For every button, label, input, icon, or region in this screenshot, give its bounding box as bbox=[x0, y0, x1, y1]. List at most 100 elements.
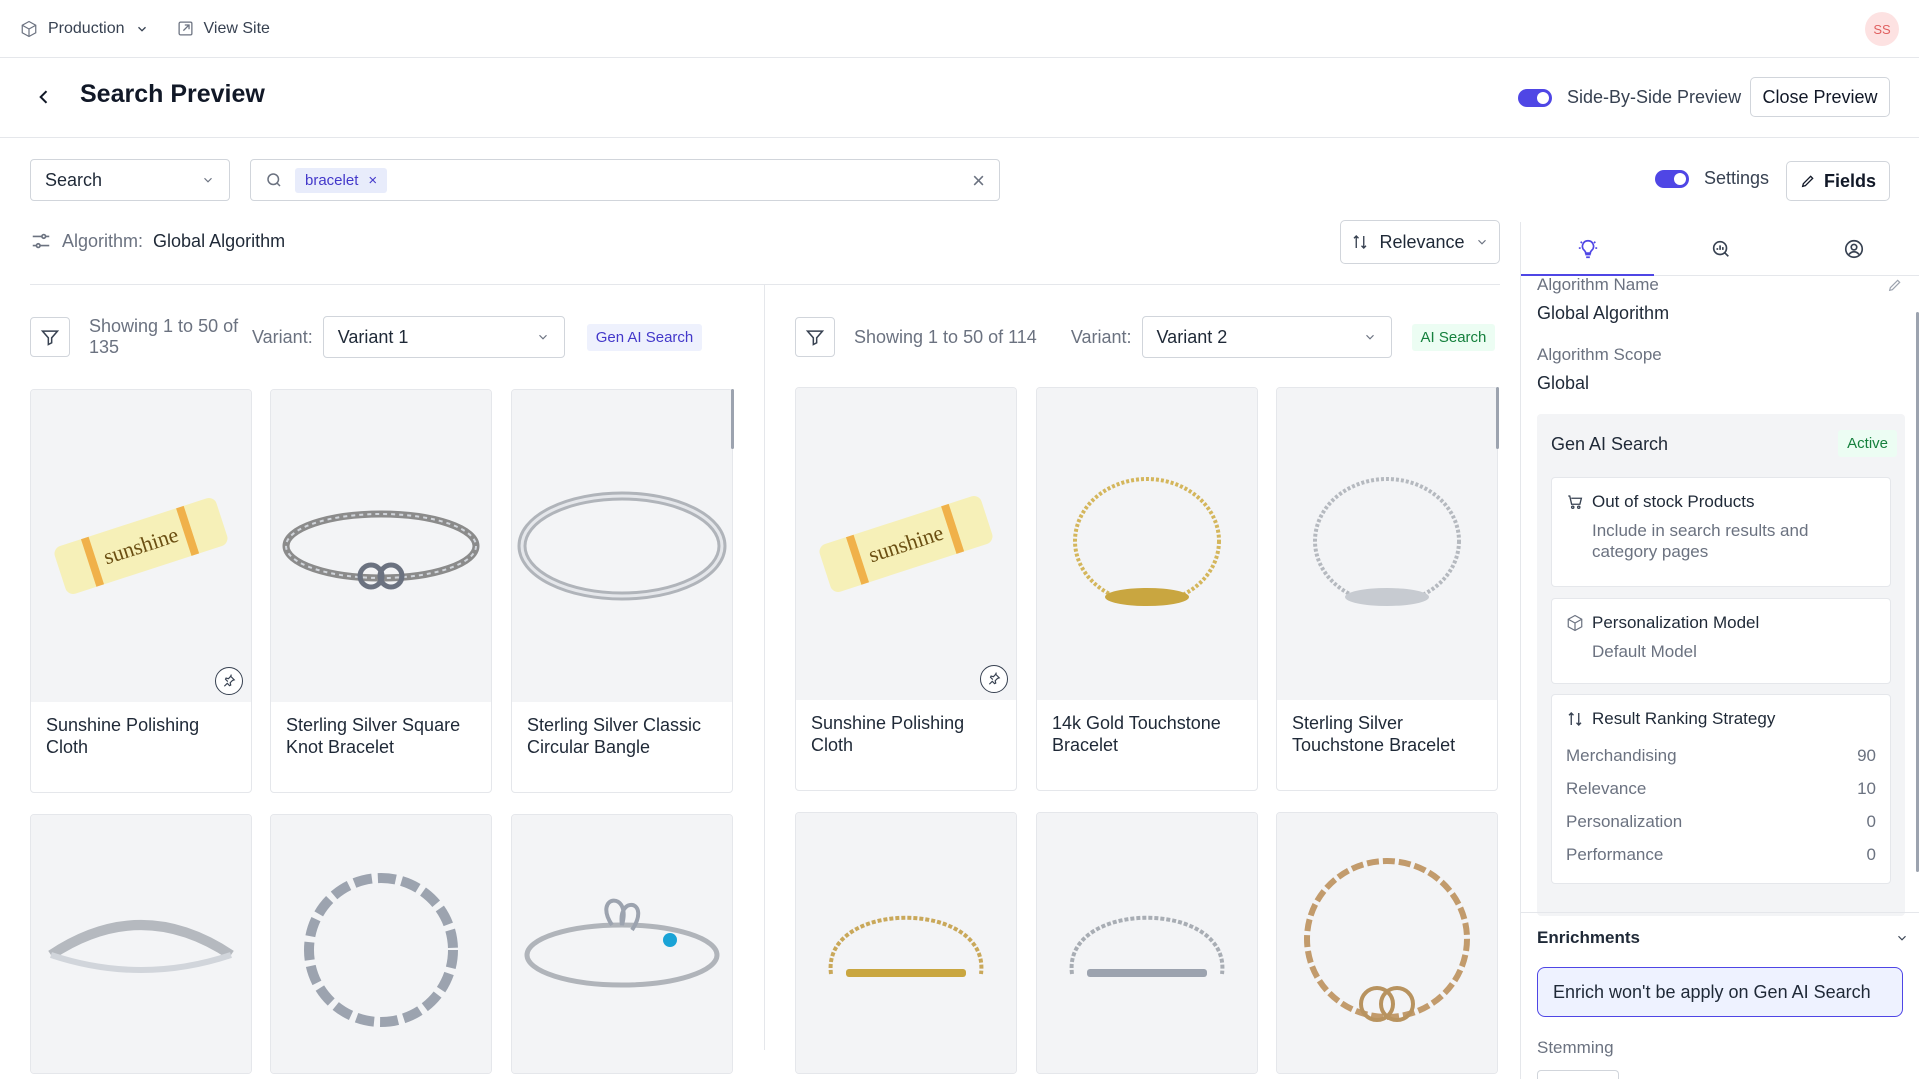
ranking-value: 10 bbox=[1857, 778, 1876, 798]
algorithm-name-label: Algorithm Name bbox=[1537, 275, 1659, 294]
silver-bracelet-image bbox=[1313, 477, 1461, 606]
lightbulb-icon bbox=[1578, 239, 1597, 258]
cube-icon bbox=[1567, 614, 1583, 632]
chevron-down-icon bbox=[204, 177, 212, 183]
filter-button[interactable] bbox=[795, 317, 835, 357]
product-card[interactable]: sunshine Sunshine Polishing Cloth bbox=[30, 389, 252, 793]
product-card[interactable]: Sterling Silver Touchstone Bracelet bbox=[1276, 387, 1498, 791]
ranking-value: 0 bbox=[1866, 811, 1876, 831]
product-card[interactable] bbox=[1036, 812, 1258, 1074]
avatar[interactable]: SS bbox=[1865, 12, 1899, 46]
product-card[interactable] bbox=[1276, 812, 1498, 1074]
page-header: Search Preview Side-By-Side Preview Clos… bbox=[0, 58, 1919, 138]
algorithm-value: Global Algorithm bbox=[153, 230, 286, 251]
tab-insights[interactable] bbox=[1521, 222, 1654, 276]
sort-label: Relevance bbox=[1379, 231, 1465, 252]
algorithm-info: Algorithm: Global Algorithm bbox=[30, 230, 285, 252]
search-input[interactable]: bracelet × × bbox=[250, 159, 1000, 201]
bar-bracelet-image bbox=[1069, 915, 1225, 977]
left-grid-scrollbar[interactable] bbox=[731, 389, 734, 449]
environment-label: Production bbox=[48, 19, 125, 37]
personalization-header: Personalization Model bbox=[1552, 599, 1890, 633]
cube-icon bbox=[21, 20, 37, 37]
sort-select[interactable]: Relevance bbox=[1340, 220, 1500, 264]
settings-label: Settings bbox=[1704, 168, 1770, 188]
chevron-down-icon bbox=[137, 26, 146, 32]
pin-button[interactable] bbox=[215, 667, 243, 695]
right-grid-scrollbar[interactable] bbox=[1496, 387, 1499, 449]
product-card[interactable]: Sterling Silver Classic Circular Bangle bbox=[511, 389, 733, 793]
fields-label: Fields bbox=[1823, 170, 1876, 191]
side-by-side-toggle[interactable] bbox=[1518, 88, 1552, 107]
product-image bbox=[512, 390, 732, 702]
variant-select[interactable]: Variant 1 bbox=[322, 316, 565, 358]
pencil-icon bbox=[1801, 175, 1814, 188]
sliders-icon bbox=[32, 233, 50, 249]
view-site-link[interactable]: View Site bbox=[177, 20, 270, 38]
gold-bracelet-image bbox=[1073, 477, 1221, 606]
bar-bracelet-image bbox=[828, 915, 984, 977]
heart-bangle-image bbox=[524, 898, 720, 988]
enrichments-header[interactable]: Enrichments bbox=[1537, 928, 1909, 948]
variant-select[interactable]: Variant 2 bbox=[1141, 316, 1392, 358]
side-by-side-toggle-group: Side-By-Side Preview bbox=[1518, 87, 1741, 108]
search-chip: bracelet × bbox=[295, 167, 388, 193]
product-image bbox=[1277, 813, 1497, 1073]
product-image bbox=[31, 815, 251, 1073]
personalization-model-card[interactable]: Personalization Model Default Model bbox=[1551, 598, 1891, 684]
tab-search-analytics[interactable] bbox=[1654, 222, 1787, 275]
fields-button[interactable]: Fields bbox=[1786, 161, 1890, 201]
gen-ai-section: Gen AI Search Active Out of stock Produc… bbox=[1537, 414, 1905, 916]
clear-search-icon[interactable]: × bbox=[972, 168, 985, 194]
top-bar: Production View Site SS bbox=[0, 0, 1919, 58]
search-type-badge: AI Search bbox=[1411, 323, 1496, 351]
chip-remove-icon[interactable]: × bbox=[368, 172, 377, 189]
personalization-desc: Default Model bbox=[1592, 642, 1697, 661]
product-image bbox=[271, 815, 491, 1073]
sidebar-tabs bbox=[1521, 222, 1919, 276]
ranking-label: Relevance bbox=[1566, 778, 1647, 798]
search-icon bbox=[267, 173, 281, 187]
product-card[interactable] bbox=[30, 814, 252, 1074]
right-panel-header: Showing 1 to 50 of 114 Variant: Variant … bbox=[795, 316, 1496, 358]
out-of-stock-card[interactable]: Out of stock Products Include in search … bbox=[1551, 477, 1891, 587]
environment-selector[interactable]: Production bbox=[20, 20, 149, 38]
stemming-label: Stemming bbox=[1537, 1038, 1614, 1057]
pencil-icon[interactable] bbox=[1887, 277, 1903, 293]
chevron-left-icon bbox=[39, 90, 48, 104]
user-circle-icon bbox=[1844, 239, 1863, 258]
product-name: 14k Gold Touchstone Bracelet bbox=[1052, 713, 1221, 755]
view-site-label: View Site bbox=[203, 19, 270, 37]
product-image bbox=[1037, 813, 1257, 1073]
search-mode-select[interactable]: Search bbox=[30, 159, 230, 201]
out-of-stock-desc: Include in search results and category p… bbox=[1592, 521, 1809, 561]
rings-bracelet-image bbox=[1304, 858, 1470, 1022]
left-panel-header: Showing 1 to 50 of 135 Variant: Variant … bbox=[30, 316, 703, 358]
ranking-strategy-card[interactable]: Result Ranking Strategy Merchandising 90 … bbox=[1551, 694, 1891, 884]
filter-icon bbox=[805, 330, 825, 346]
back-button[interactable] bbox=[32, 82, 56, 112]
knot-bracelet-image bbox=[282, 510, 480, 590]
chevron-down-icon bbox=[1477, 239, 1486, 245]
product-card[interactable] bbox=[511, 814, 733, 1074]
stemming-select[interactable] bbox=[1537, 1070, 1619, 1079]
close-preview-button[interactable]: Close Preview bbox=[1750, 77, 1890, 117]
pin-button[interactable] bbox=[980, 665, 1008, 693]
status-badge: Active bbox=[1838, 430, 1897, 457]
gen-ai-title: Gen AI Search bbox=[1551, 434, 1669, 454]
chevron-down-icon bbox=[1898, 935, 1906, 941]
tab-personalization[interactable] bbox=[1787, 222, 1919, 275]
ranking-row: Personalization 0 bbox=[1552, 805, 1890, 838]
product-card[interactable] bbox=[270, 814, 492, 1074]
product-card[interactable]: 14k Gold Touchstone Bracelet bbox=[1036, 387, 1258, 791]
settings-toggle-group: Settings bbox=[1655, 168, 1769, 189]
filter-button[interactable] bbox=[30, 317, 70, 357]
settings-toggle[interactable] bbox=[1655, 169, 1689, 188]
product-card[interactable] bbox=[795, 812, 1017, 1074]
ranking-label: Personalization bbox=[1566, 811, 1683, 831]
product-card[interactable]: Sterling Silver Square Knot Bracelet bbox=[270, 389, 492, 793]
product-card[interactable]: sunshine Sunshine Polishing Cloth bbox=[795, 387, 1017, 791]
algorithm-name-value: Global Algorithm bbox=[1537, 303, 1670, 323]
variant-value: Variant 1 bbox=[337, 326, 409, 347]
chevron-down-icon bbox=[538, 334, 547, 340]
